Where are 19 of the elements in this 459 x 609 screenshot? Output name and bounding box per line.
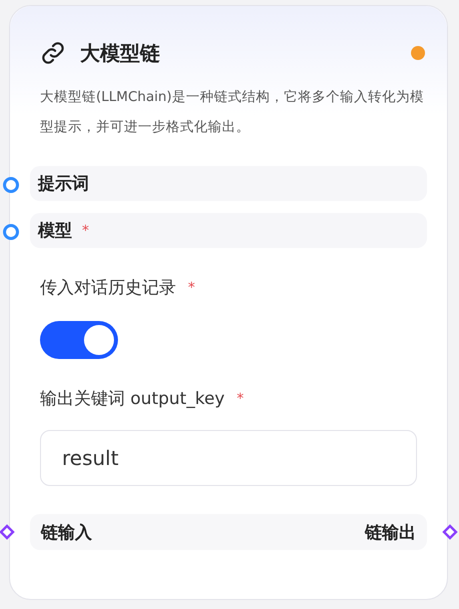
node-description: 大模型链(LLMChain)是一种链式结构，它将多个输入转化为模型提示，并可进一步格式化输出。 bbox=[40, 88, 425, 137]
input-handle[interactable] bbox=[0, 524, 15, 540]
link-icon bbox=[40, 40, 66, 66]
text-input[interactable]: result bbox=[40, 430, 417, 486]
input-label: 模型 bbox=[38, 220, 72, 242]
required-mark: * bbox=[82, 222, 89, 238]
input-handle[interactable] bbox=[3, 224, 19, 240]
field-label: 输出关键词 output_key bbox=[40, 388, 225, 410]
required-mark: * bbox=[188, 280, 195, 296]
toggle-switch[interactable] bbox=[40, 321, 118, 359]
chain-input-label: 链输入 bbox=[41, 522, 92, 544]
required-mark: * bbox=[236, 390, 244, 406]
chain-output-label: 链输出 bbox=[365, 522, 416, 544]
node-title: 大模型链 bbox=[80, 40, 161, 66]
field-label: 传入对话历史记录 bbox=[40, 277, 176, 299]
output-handle[interactable] bbox=[442, 524, 458, 540]
status-dot bbox=[411, 46, 425, 60]
input-label: 提示词 bbox=[38, 173, 89, 195]
input-handle[interactable] bbox=[3, 177, 19, 193]
